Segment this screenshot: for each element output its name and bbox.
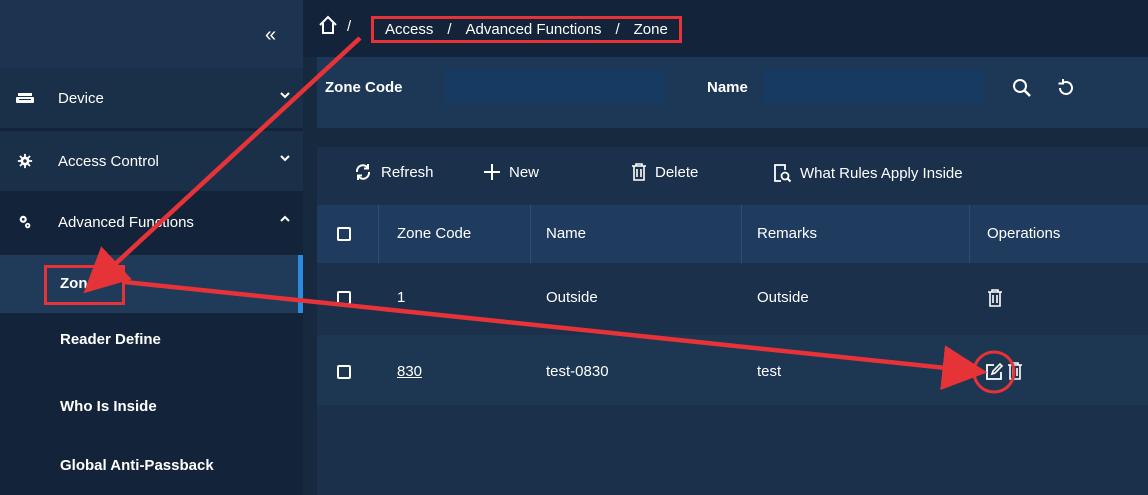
column-divider bbox=[969, 205, 970, 263]
search-icon[interactable] bbox=[1011, 77, 1033, 99]
sidebar-item-label: Advanced Functions bbox=[58, 214, 194, 231]
breadcrumb-item-access[interactable]: Access bbox=[385, 21, 433, 38]
remarks-cell: Outside bbox=[757, 289, 809, 306]
name-cell: test-0830 bbox=[546, 363, 609, 380]
zone-code-input[interactable] bbox=[445, 70, 665, 104]
sidebar-subitem-label: Global Anti-Passback bbox=[60, 457, 214, 474]
edit-icon[interactable] bbox=[985, 363, 1003, 381]
sidebar-item-label: Device bbox=[58, 90, 104, 107]
table-row: 1 Outside Outside bbox=[317, 263, 1148, 333]
annotation-highlight-box bbox=[44, 265, 125, 305]
column-divider bbox=[378, 205, 379, 263]
chevron-down-icon bbox=[280, 88, 290, 102]
trash-icon[interactable] bbox=[987, 289, 1003, 307]
name-cell: Outside bbox=[546, 289, 598, 306]
delete-button[interactable]: Delete bbox=[631, 163, 698, 181]
what-rules-apply-inside-label: What Rules Apply Inside bbox=[800, 164, 963, 182]
breadcrumb-item-zone: Zone bbox=[633, 21, 668, 38]
device-icon bbox=[16, 93, 34, 103]
column-header-zone-code[interactable]: Zone Code bbox=[397, 225, 471, 242]
gear-icon bbox=[17, 153, 33, 169]
what-rules-apply-inside-button[interactable]: What Rules Apply Inside bbox=[772, 163, 963, 183]
column-divider bbox=[741, 205, 742, 263]
sidebar-item-access-control[interactable]: Access Control bbox=[0, 131, 303, 191]
trash-icon bbox=[632, 163, 646, 181]
column-divider bbox=[530, 205, 531, 263]
chevron-down-icon bbox=[280, 151, 290, 165]
remarks-cell: test bbox=[757, 363, 782, 380]
collapse-sidebar-button[interactable]: « bbox=[265, 25, 276, 45]
column-header-name[interactable]: Name bbox=[546, 225, 586, 242]
new-button[interactable]: New bbox=[483, 163, 539, 181]
sidebar-subitem-who-is-inside[interactable]: Who Is Inside bbox=[0, 378, 303, 436]
advanced-functions-icon bbox=[19, 215, 31, 229]
toolbar: Refresh New Delete What Rules Apply Insi… bbox=[317, 147, 1148, 203]
home-icon[interactable] bbox=[317, 14, 339, 36]
new-label: New bbox=[509, 163, 540, 181]
zone-code-link[interactable]: 830 bbox=[397, 363, 422, 380]
breadcrumb-item-advanced-functions[interactable]: Advanced Functions bbox=[466, 21, 602, 38]
zone-code-label: Zone Code bbox=[325, 79, 403, 96]
chevron-up-icon bbox=[280, 212, 290, 226]
breadcrumb-bar: / Access / Advanced Functions / Zone bbox=[303, 0, 1148, 57]
row-checkbox[interactable] bbox=[337, 365, 351, 379]
sidebar-header: « bbox=[0, 0, 303, 68]
column-header-remarks[interactable]: Remarks bbox=[757, 225, 817, 242]
row-checkbox[interactable] bbox=[337, 291, 351, 305]
select-all-checkbox[interactable] bbox=[337, 227, 351, 241]
sidebar-item-advanced-functions[interactable]: Advanced Functions bbox=[0, 192, 303, 252]
table-row: 830 test-0830 test bbox=[317, 335, 1148, 405]
delete-label: Delete bbox=[655, 163, 699, 181]
refresh-icon bbox=[355, 164, 371, 180]
search-panel: Zone Code Name bbox=[317, 57, 1148, 128]
breadcrumb-separator: / bbox=[347, 18, 352, 35]
sidebar-item-device[interactable]: Device bbox=[0, 68, 303, 128]
document-search-icon bbox=[774, 164, 792, 183]
column-header-operations: Operations bbox=[987, 225, 1061, 242]
sidebar-subitem-global-anti-passback[interactable]: Global Anti-Passback bbox=[0, 437, 303, 495]
breadcrumb-separator: / bbox=[615, 21, 620, 38]
main-content: / Access / Advanced Functions / Zone Zon… bbox=[303, 0, 1148, 495]
sidebar-subitem-label: Reader Define bbox=[60, 331, 161, 348]
table-header: Zone Code Name Remarks Operations bbox=[317, 205, 1148, 263]
name-label: Name bbox=[707, 79, 748, 96]
zone-code-cell: 1 bbox=[397, 289, 406, 306]
zone-table-panel: Refresh New Delete What Rules Apply Insi… bbox=[317, 147, 1148, 495]
sidebar-subitem-reader-define[interactable]: Reader Define bbox=[0, 313, 303, 371]
reset-icon[interactable] bbox=[1055, 77, 1077, 99]
plus-icon bbox=[484, 164, 500, 180]
sidebar-subitem-label: Who Is Inside bbox=[60, 398, 157, 415]
breadcrumb: Access / Advanced Functions / Zone bbox=[371, 16, 682, 43]
sidebar-item-label: Access Control bbox=[58, 153, 159, 170]
trash-icon[interactable] bbox=[1007, 362, 1023, 380]
breadcrumb-separator: / bbox=[447, 21, 452, 38]
sidebar: « Device Access Control Advanced Functio… bbox=[0, 0, 303, 495]
refresh-button[interactable]: Refresh bbox=[353, 163, 434, 181]
refresh-label: Refresh bbox=[381, 163, 434, 181]
name-input[interactable] bbox=[764, 70, 984, 104]
